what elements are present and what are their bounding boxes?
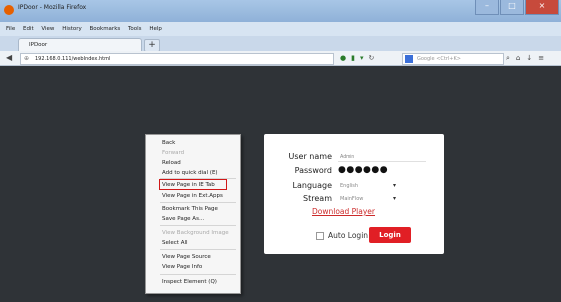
ctx-back[interactable]: Back	[162, 140, 175, 146]
firefox-icon	[4, 5, 14, 15]
download-icon[interactable]: ↓	[526, 53, 532, 63]
ctx-reload[interactable]: Reload	[162, 160, 181, 166]
stream-row: Stream MainFlow ▾	[264, 194, 444, 206]
menu-history[interactable]: History	[62, 26, 82, 32]
tab-label: IPDoor	[29, 42, 48, 48]
window-title: IPDoor - Mozilla Firefox	[18, 4, 87, 11]
auto-login-checkbox[interactable]: Auto Login	[316, 231, 368, 240]
ctx-add-quick-dial[interactable]: Add to quick dial (E)	[162, 170, 218, 176]
url-text: 192.168.0.111/webIndex.html	[35, 56, 111, 62]
ctx-view-in-ext-apps[interactable]: View Page in Ext.Apps	[162, 193, 223, 199]
home-icon[interactable]: ⌂	[516, 53, 520, 63]
menu-separator	[160, 274, 236, 275]
menu-tools[interactable]: Tools	[128, 26, 142, 32]
context-menu: Back Forward Reload Add to quick dial (E…	[145, 134, 241, 294]
language-label: Language	[292, 181, 332, 190]
menu-bookmarks[interactable]: Bookmarks	[90, 26, 121, 32]
ctx-forward: Forward	[162, 150, 185, 156]
back-button[interactable]: ◀	[6, 54, 12, 62]
username-row: User name	[264, 152, 444, 164]
ctx-select-all[interactable]: Select All	[162, 240, 188, 246]
minimize-button[interactable]: –	[475, 0, 499, 15]
menu-help[interactable]: Help	[149, 26, 162, 32]
search-box[interactable]: Google <Ctrl+K>	[402, 53, 504, 65]
menu-separator	[160, 225, 236, 226]
language-value: English	[340, 183, 359, 189]
stream-value: MainFlow	[340, 196, 364, 202]
auto-login-label: Auto Login	[328, 231, 369, 240]
url-bar[interactable]: ⊕ 192.168.0.111/webIndex.html	[20, 53, 334, 65]
ctx-view-page-source[interactable]: View Page Source	[162, 254, 211, 260]
checkbox-icon[interactable]	[316, 232, 324, 240]
close-button[interactable]: ×	[525, 0, 559, 15]
menubar: File Edit View History Bookmarks Tools H…	[0, 22, 561, 36]
tab-ipdoor[interactable]: IPDoor	[18, 38, 142, 52]
reload-icon[interactable]: ↻	[368, 53, 374, 63]
tab-bar: IPDoor +	[0, 36, 561, 52]
menu-view[interactable]: View	[41, 26, 54, 32]
language-row: Language English ▾	[264, 181, 444, 193]
ctx-save-page-as[interactable]: Save Page As...	[162, 216, 204, 222]
ctx-view-in-ie-tab[interactable]: View Page in IE Tab	[162, 182, 215, 188]
site-identity-icon[interactable]: ⊕	[24, 56, 29, 62]
menu-separator	[160, 202, 236, 203]
dropdown-icon[interactable]: ▾	[360, 53, 364, 63]
menu-edit[interactable]: Edit	[23, 26, 34, 32]
search-icon[interactable]: ⌕	[506, 53, 510, 63]
search-engine-icon[interactable]	[405, 55, 413, 63]
ctx-bookmark-page[interactable]: Bookmark This Page	[162, 206, 218, 212]
menu-file[interactable]: File	[6, 26, 15, 32]
password-input[interactable]: ●●●●●●	[338, 165, 388, 175]
login-button[interactable]: Login	[369, 227, 411, 243]
window-titlebar: IPDoor - Mozilla Firefox – □ ×	[0, 0, 561, 22]
toolbar-icons: ⌕ ⌂ ↓ ≡	[506, 53, 550, 63]
language-select[interactable]: English ▾	[338, 181, 396, 191]
password-row: Password ●●●●●●	[264, 165, 444, 178]
login-panel: User name Password ●●●●●● Language Engli…	[264, 134, 444, 254]
ctx-inspect-element[interactable]: Inspect Element (Q)	[162, 279, 217, 285]
ctx-view-background-image: View Background Image	[162, 230, 229, 236]
download-player-link[interactable]: Download Player	[312, 207, 375, 216]
username-input[interactable]	[338, 152, 426, 162]
nav-icons: ● ▮ ▾ ↻	[340, 53, 379, 63]
chevron-down-icon: ▾	[392, 182, 396, 189]
maximize-button[interactable]: □	[500, 0, 524, 15]
stream-select[interactable]: MainFlow ▾	[338, 194, 396, 204]
password-label: Password	[294, 166, 332, 175]
ctx-view-page-info[interactable]: View Page Info	[162, 264, 202, 270]
chevron-down-icon: ▾	[392, 195, 396, 202]
menu-icon[interactable]: ≡	[538, 53, 544, 63]
addon-icon[interactable]: ●	[340, 53, 346, 63]
stream-label: Stream	[303, 194, 332, 203]
search-placeholder: Google <Ctrl+K>	[417, 56, 461, 62]
menu-separator	[160, 249, 236, 250]
username-label: User name	[288, 152, 332, 161]
navigation-bar: ◀ ⊕ 192.168.0.111/webIndex.html ● ▮ ▾ ↻ …	[0, 51, 561, 66]
window-controls: – □ ×	[474, 0, 559, 18]
page-icon[interactable]: ▮	[351, 53, 355, 63]
